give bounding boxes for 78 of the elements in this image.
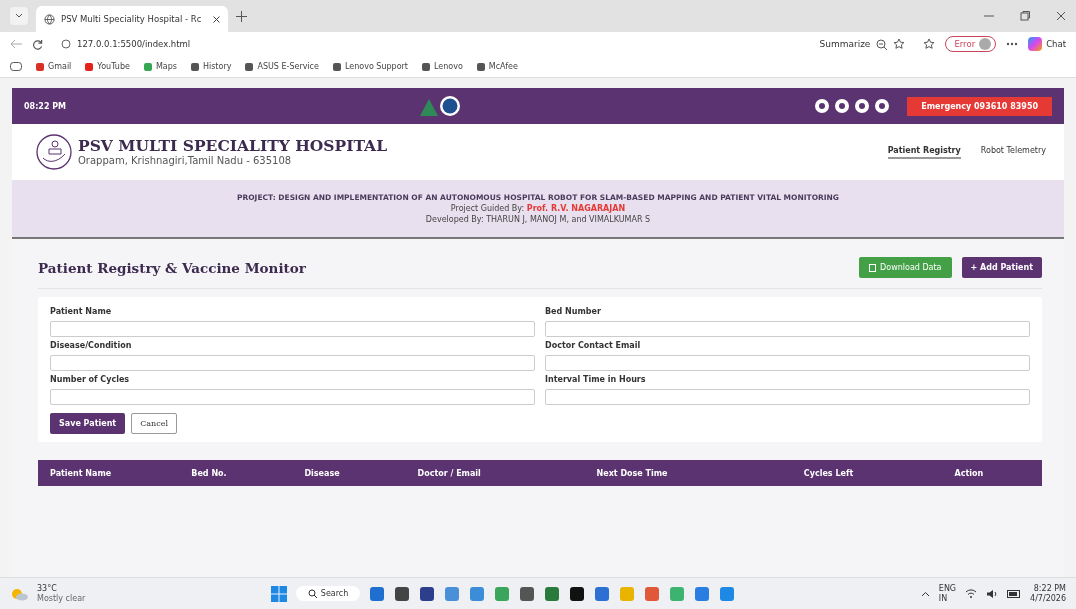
social-icon[interactable] [815,99,830,113]
field-label: Disease/Condition [50,341,133,350]
clock-text: 08:22 PM [24,101,67,111]
globe-icon [44,13,55,25]
start-icon[interactable] [270,585,287,602]
field-label: Interval Time in Hours [545,375,647,384]
guide-name: Prof. R.V. NAGARAJAN [526,204,626,213]
column-header: Patient Name [50,468,113,478]
input-field[interactable] [50,355,535,371]
field-label: Bed Number [545,307,602,316]
document-icon [869,263,877,272]
column-header: Action [954,468,985,478]
nav-link[interactable]: Robot Telemetry [980,145,1046,159]
hospital-name: PSV MULTI SPECIALITY HOSPITAL [78,138,388,155]
reload-icon[interactable] [32,38,43,50]
restore-icon[interactable] [1020,11,1030,21]
star-icon[interactable] [893,38,906,50]
field-label: Patient Name [50,307,113,316]
tray-caret-icon[interactable] [920,590,930,597]
close-icon[interactable] [1056,11,1066,21]
cancel-button[interactable]: Cancel [131,413,177,434]
volume-icon[interactable] [986,588,999,599]
bookmark-link[interactable]: Gmail [36,62,72,71]
search-icon [307,589,317,598]
save-button[interactable]: Save Patient [50,413,126,434]
guide-label: Project Guided By: [450,204,525,213]
more-icon[interactable] [1006,42,1019,46]
input-field[interactable] [50,389,535,405]
bookmark-link[interactable]: McAfee [476,62,518,71]
taskbar-app-icon[interactable] [394,585,411,602]
field-label: Number of Cycles [50,375,131,384]
taskbar-app-icon[interactable] [419,585,436,602]
column-header: Cycles Left [803,468,855,478]
input-field[interactable] [545,389,1030,405]
weather-icon [10,586,28,601]
social-icon[interactable] [855,99,870,113]
field-label: Doctor Contact Email [545,341,642,350]
emergency-button[interactable]: Emergency 093610 83950 [907,96,1052,116]
taskbar-app-icon[interactable] [569,585,586,602]
weather-text: Mostly clear [37,593,86,604]
taskbar-app-icon[interactable] [519,585,536,602]
bookmark-link[interactable]: YouTube [85,62,130,71]
social-icon[interactable] [835,99,850,113]
summarize-button[interactable]: Summarize [819,39,871,49]
browser-tab[interactable]: PSV Multi Speciality Hospital - Rc [36,6,229,32]
hospital-logo-icon [36,134,72,170]
column-header: Next Dose Time [596,468,669,478]
logo-icon [417,95,462,117]
new-tab-icon[interactable] [236,10,248,22]
close-tab-icon[interactable] [213,15,221,23]
input-field[interactable] [545,321,1030,337]
bookmark-link[interactable]: Lenovo Support [332,62,408,71]
social-icon[interactable] [875,99,890,113]
favorites-icon[interactable] [923,38,936,50]
zoom-icon[interactable] [876,38,888,50]
temperature-text: 33°C [37,583,58,594]
bookmark-link[interactable]: History [190,62,232,71]
input-field[interactable] [545,355,1030,371]
language-text[interactable]: ENG [938,583,957,594]
bookmark-link[interactable]: Maps [143,62,177,71]
battery-icon[interactable] [1007,589,1022,598]
input-field[interactable] [50,321,535,337]
bookmark-link[interactable]: Lenovo [421,62,463,71]
developers-text: Developed By: THARUN J, MANOJ M, and VIMALKUMAR S [425,215,651,224]
chat-button[interactable]: Chat [1028,37,1066,51]
network-icon[interactable] [965,589,978,598]
hospital-address: Orappam, Krishnagiri,Tamil Nadu - 635108 [78,154,293,166]
taskbar-date[interactable]: 4/7/2026 [1030,593,1066,604]
nav-link[interactable]: Patient Registry [887,145,961,159]
region-text[interactable]: IN [938,593,957,604]
column-header: Doctor / Email [417,468,482,478]
column-header: Bed No. [191,468,228,478]
search-field[interactable]: Search [295,586,361,601]
column-header: Disease [304,468,341,478]
section-title: Patient Registry & Vaccine Monitor [38,259,306,276]
taskbar-time[interactable]: 8:22 PM [1033,583,1066,594]
add-patient-button[interactable]: + Add Patient [961,257,1042,278]
bookmark-link[interactable]: ASUS E-Service [245,62,319,71]
